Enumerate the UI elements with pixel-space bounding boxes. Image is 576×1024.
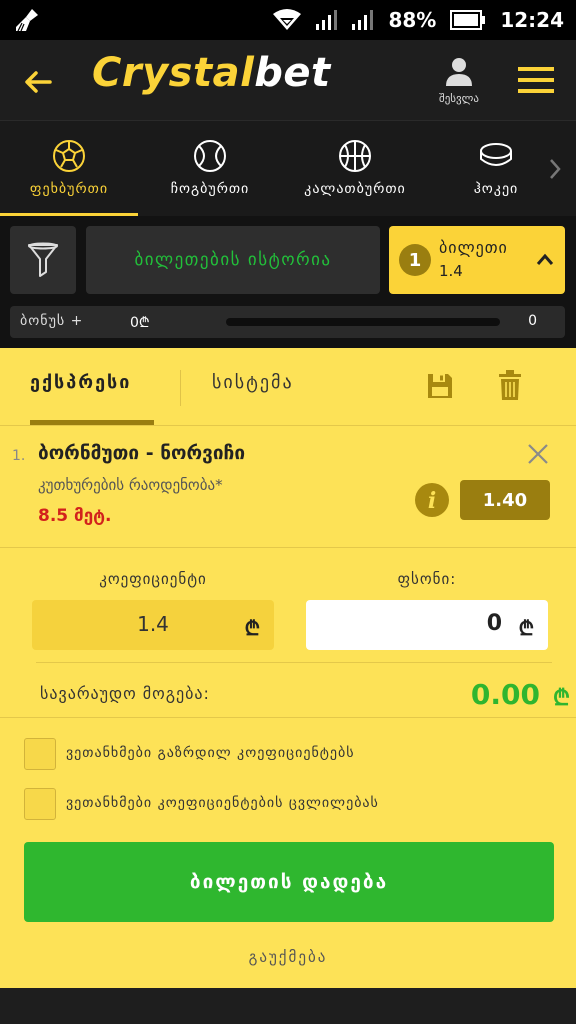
cleaner-broom-icon [16, 9, 38, 32]
signal-strength-icon [316, 10, 338, 30]
funnel-icon [28, 242, 58, 277]
betslip-toolbar: ბილეთების ისტორია 1 ბილეთი 1.4 ბონუს + 0… [0, 216, 576, 348]
potential-payout-label: სავარაუდო მოგება: [40, 684, 210, 703]
filter-button[interactable] [10, 226, 76, 294]
accept-odds-change-label: ვეთანხმები კოეფიციენტების ცვლილებას [66, 795, 379, 811]
back-arrow-icon[interactable] [18, 62, 58, 102]
tab-tennis-label: ჩოგბურთი [170, 181, 250, 197]
user-icon [446, 58, 472, 86]
login-button[interactable]: შესვლა [430, 56, 488, 114]
tab-football[interactable]: ფეხბურთი [0, 121, 138, 217]
app-header: Crystalbet შესვლა [0, 40, 576, 120]
hamburger-menu-icon[interactable] [518, 64, 554, 96]
ticket-label: ბილეთი [439, 238, 508, 257]
tab-divider [180, 370, 181, 406]
ticket-count-badge: 1 [399, 244, 431, 276]
bonus-amount: 0₾ [130, 315, 150, 331]
bet-market: კუთხურების რაოდენობა* [38, 476, 223, 494]
coefficient-field: 1.4 ₾ [32, 600, 274, 650]
betslip-tabs: ექსპრესი სისტემა [0, 348, 576, 426]
cancel-link[interactable]: გაუქმება [0, 948, 576, 966]
bet-match: ბორნმუთი - ნორვიჩი [38, 442, 246, 464]
chevron-right-icon[interactable] [548, 157, 562, 181]
tab-football-label: ფეხბურთი [29, 181, 109, 197]
potential-payout-value: 0.00 [470, 678, 540, 711]
bottom-bar [0, 988, 576, 1024]
coefficient-value: 1.4 [137, 612, 169, 636]
tab-basketball-label: კალათბურთი [304, 181, 406, 197]
tab-basketball[interactable]: კალათბურთი [282, 121, 428, 217]
chevron-up-icon [536, 253, 554, 265]
bet-odds: 1.40 [460, 480, 550, 520]
crystalbet-logo[interactable]: Crystalbet [92, 50, 331, 96]
stake-area: კოეფიციენტი ფსონი: 1.4 ₾ 0 ₾ სავარაუდო მ… [0, 548, 576, 718]
stake-value: 0 [486, 611, 502, 636]
logo-main: Crystal [92, 50, 255, 96]
ticket-odds: 1.4 [439, 262, 463, 280]
sports-tabs: ფეხბურთი ჩოგბურთი კალათბურთი ჰოკეი [0, 120, 576, 217]
basketball-icon [339, 140, 371, 172]
battery-percent: 88% [388, 8, 437, 32]
info-icon[interactable]: i [414, 482, 450, 518]
ticket-toggle-button[interactable]: 1 ბილეთი 1.4 [389, 226, 565, 294]
logo-accent: bet [254, 50, 331, 96]
active-tab-indicator [30, 420, 154, 425]
accept-increased-odds-label: ვეთანხმები გაზრდილ კოეფიციენტებს [66, 745, 355, 761]
bet-index: 1. [12, 448, 26, 464]
soccer-ball-icon [53, 140, 85, 172]
trash-icon[interactable] [498, 370, 522, 400]
clock: 12:24 [500, 8, 564, 32]
betslip-panel: ექსპრესი სისტემა 1. ბორნმუთი - ნორვიჩი კ… [0, 348, 576, 988]
tennis-ball-icon [194, 140, 226, 172]
svg-text:i: i [428, 488, 436, 514]
hockey-puck-icon [480, 143, 512, 166]
status-bar: 88% 12:24 [0, 0, 576, 40]
bet-selection: 8.5 მეტ. [38, 506, 112, 526]
tab-express[interactable]: ექსპრესი [30, 372, 131, 393]
accept-increased-odds-checkbox[interactable] [24, 738, 56, 770]
wifi-icon [273, 9, 302, 30]
save-icon[interactable] [426, 372, 454, 400]
stake-input[interactable]: 0 ₾ [306, 600, 548, 650]
signal-strength-icon-2 [352, 10, 374, 30]
bonus-progress: ბონუს + 0₾ 0 [10, 306, 565, 338]
tab-hockey[interactable]: ჰოკეი [448, 121, 544, 217]
ticket-history-button[interactable]: ბილეთების ისტორია [86, 226, 380, 294]
divider [36, 662, 552, 663]
tab-hockey-label: ჰოკეი [473, 181, 519, 197]
accept-increased-odds-row[interactable]: ვეთანხმები გაზრდილ კოეფიციენტებს [24, 738, 564, 772]
close-icon[interactable] [526, 442, 550, 466]
place-bet-button[interactable]: ბილეთის დადება [24, 842, 554, 922]
bonus-progress-track [226, 318, 500, 326]
lari-currency-icon-payout: ₾ [553, 686, 570, 711]
coefficient-label: კოეფიციენტი [99, 570, 207, 588]
accept-odds-change-row[interactable]: ვეთანხმები კოეფიციენტების ცვლილებას [24, 788, 564, 822]
battery-icon [450, 10, 486, 30]
tab-tennis[interactable]: ჩოგბურთი [148, 121, 272, 217]
accept-odds-change-checkbox[interactable] [24, 788, 56, 820]
lari-currency-icon: ₾ [244, 616, 260, 640]
stake-label: ფსონი: [397, 570, 457, 588]
login-label: შესვლა [439, 92, 479, 105]
bonus-value: 0 [528, 313, 537, 329]
tab-system[interactable]: სისტემა [212, 372, 294, 393]
bonus-label: ბონუს + [20, 313, 84, 329]
lari-currency-icon-stake: ₾ [518, 616, 534, 640]
